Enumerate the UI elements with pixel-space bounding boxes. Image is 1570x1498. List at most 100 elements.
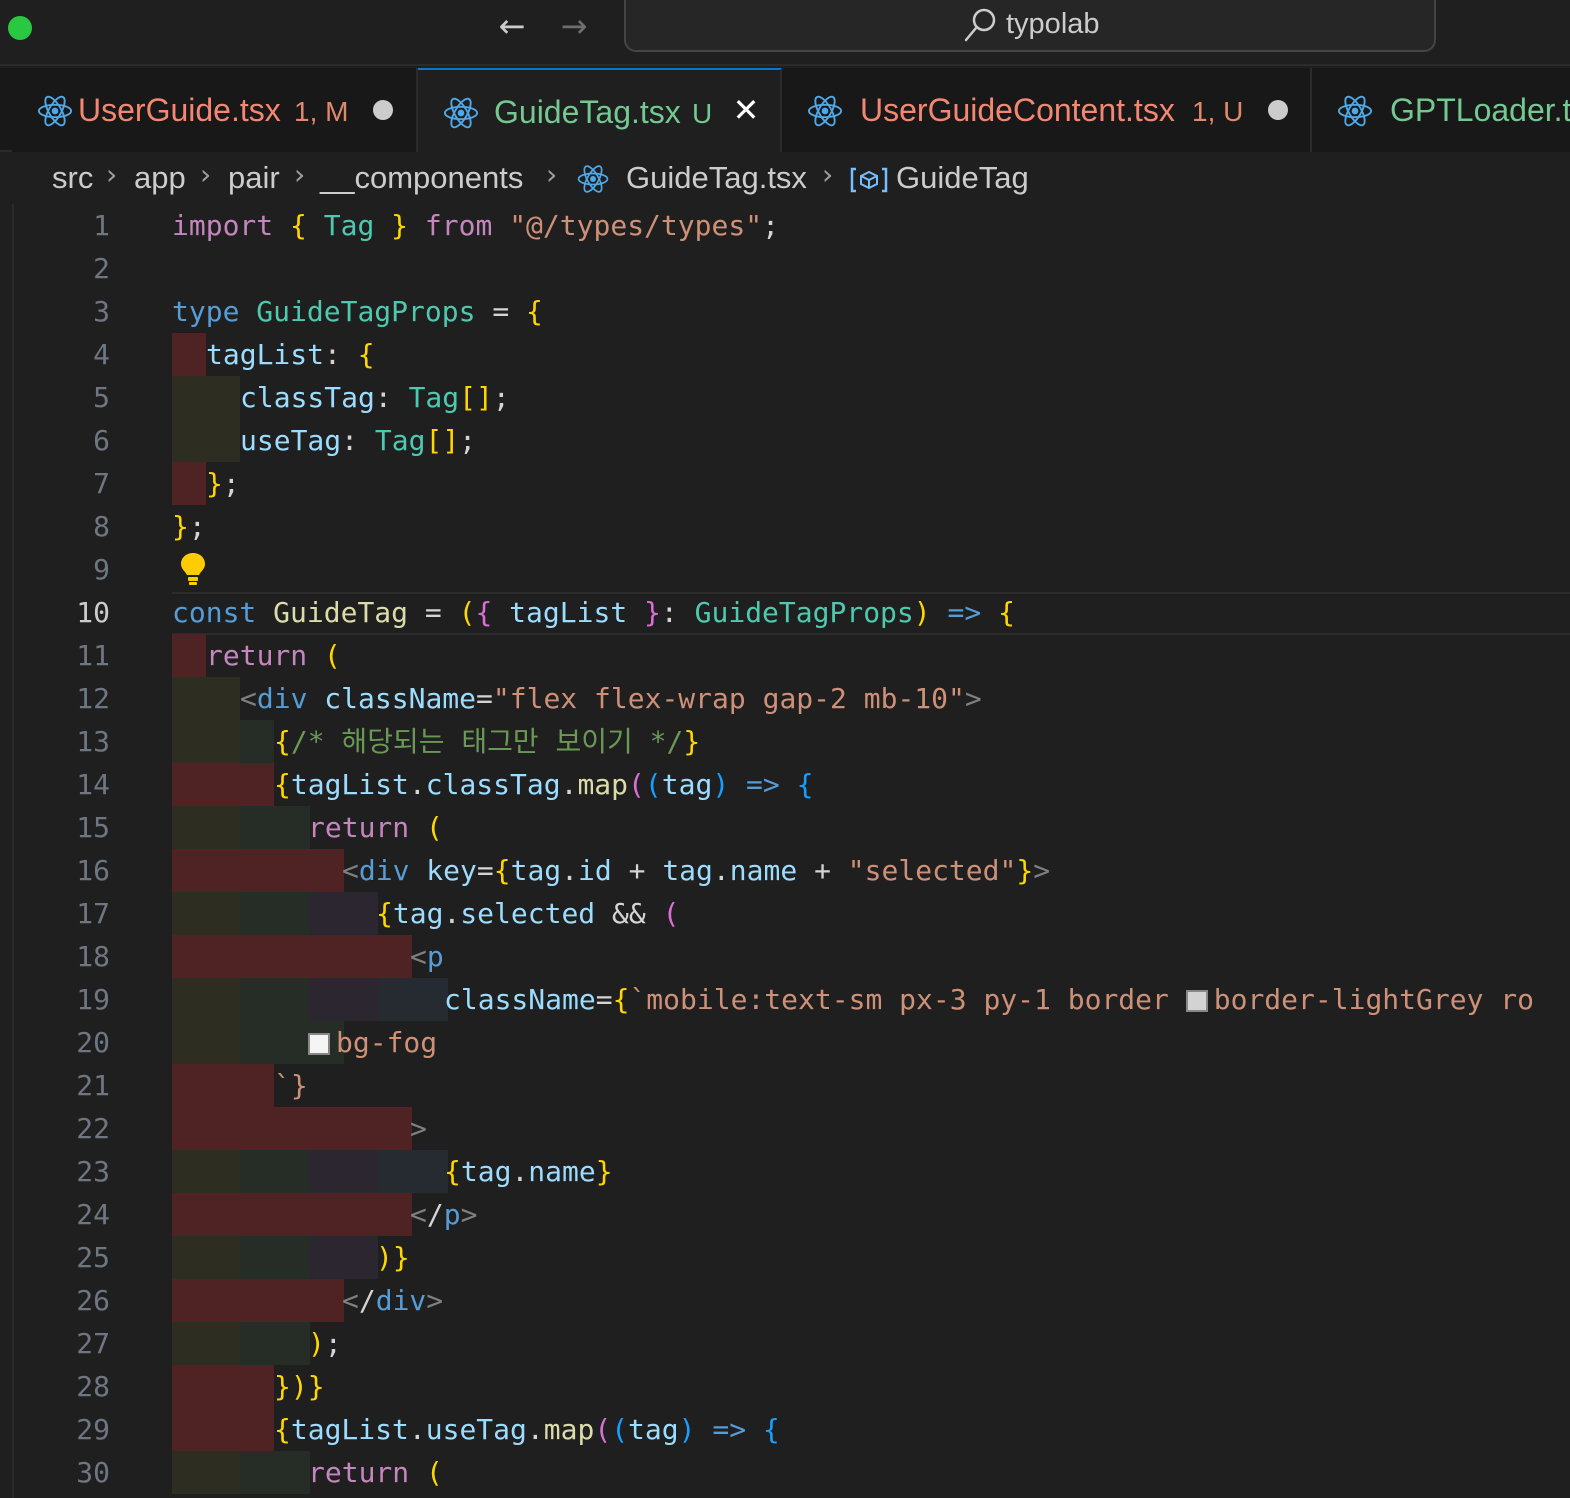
code-line: }; [172, 510, 206, 543]
code-line: > [410, 1112, 427, 1145]
code-line: })} [274, 1370, 325, 1403]
indent-guide [172, 1408, 274, 1451]
code-line: type GuideTagProps = { [172, 295, 543, 328]
indent-guide [172, 1451, 240, 1494]
tab-gptloader[interactable]: GPTLoader.t [1312, 68, 1570, 152]
line-number: 5 [93, 381, 110, 414]
react-icon [1337, 95, 1373, 127]
line-number: 22 [76, 1112, 110, 1145]
symbol-variable-icon [850, 167, 888, 193]
indent-guide [172, 1107, 412, 1150]
indent-guide [172, 806, 240, 849]
line-number: 25 [76, 1241, 110, 1274]
indent-guide [240, 1236, 310, 1279]
code-line-current: const GuideTag = ({ tagList }: GuideTagP… [172, 596, 1015, 629]
line-number: 26 [76, 1284, 110, 1317]
code-line: ); [308, 1327, 342, 1360]
line-number: 20 [76, 1026, 110, 1059]
react-icon [443, 97, 479, 129]
tab-label: GPTLoader.t [1390, 92, 1570, 128]
indent-guide [378, 978, 448, 1021]
tab-status: 1, U [1192, 96, 1244, 127]
search-text: typolab [1006, 8, 1100, 40]
breadcrumb-components[interactable]: __components [320, 160, 523, 196]
indent-guide [172, 1021, 240, 1064]
indent-guide [172, 1236, 240, 1279]
line-number: 8 [93, 510, 110, 543]
indent-guide [310, 1236, 378, 1279]
chevron-right-icon: › [106, 158, 118, 191]
line-number: 7 [93, 467, 110, 500]
editor-tab-bar: UserGuide.tsx 1, M GuideTag.tsx U ✕ User… [0, 68, 1570, 152]
react-icon [807, 95, 843, 127]
code-line: return ( [308, 811, 443, 844]
indent-guide [172, 1322, 240, 1365]
close-icon[interactable]: ✕ [728, 90, 764, 130]
line-number: 18 [76, 940, 110, 973]
code-line: <div key={tag.id + tag.name + "selected"… [342, 854, 1051, 887]
code-line: <p [410, 940, 444, 973]
indent-guide [378, 1150, 448, 1193]
title-bar: ← → typolab [0, 0, 1570, 66]
window-control-dot[interactable] [8, 16, 32, 40]
line-number: 9 [93, 553, 110, 586]
line-number: 17 [76, 897, 110, 930]
lightbulb-icon[interactable] [178, 551, 208, 587]
indent-guide [172, 720, 240, 763]
line-number: 1 [93, 209, 110, 242]
indent-guide [172, 634, 206, 677]
indent-guide [172, 763, 274, 806]
indent-guide [240, 720, 274, 763]
modified-dot[interactable] [1268, 100, 1288, 120]
line-number: 23 [76, 1155, 110, 1188]
command-center-search[interactable]: typolab [624, 0, 1436, 52]
indent-guide [172, 1193, 412, 1236]
breadcrumb-src[interactable]: src [52, 160, 93, 196]
tab-userguidecontent[interactable]: UserGuideContent.tsx 1, U [782, 68, 1312, 152]
tab-status: 1, M [294, 96, 349, 127]
code-line: className={`mobile:text-sm px-3 py-1 bor… [444, 983, 1535, 1016]
code-editor[interactable]: 1 2 3 4 5 6 7 8 9 10 11 12 13 14 15 16 1… [0, 204, 1570, 1498]
breadcrumb-pair[interactable]: pair [228, 160, 280, 196]
tab-userguide[interactable]: UserGuide.tsx 1, M [12, 68, 418, 152]
code-line: useTag: Tag[]; [240, 424, 477, 457]
indent-guide [172, 935, 412, 978]
line-number: 27 [76, 1327, 110, 1360]
breadcrumb: src › app › pair › __components › GuideT… [0, 152, 1570, 204]
gutter-divider [12, 204, 14, 1498]
chevron-right-icon: › [822, 158, 834, 191]
code-line: {tag.selected && ( [376, 897, 680, 930]
line-number: 29 [76, 1413, 110, 1446]
indent-guide [172, 978, 240, 1021]
line-number: 3 [93, 295, 110, 328]
line-number-current: 10 [76, 596, 110, 629]
code-line: import { Tag } from "@/types/types"; [172, 209, 779, 242]
modified-dot[interactable] [373, 100, 393, 120]
tab-guidetag[interactable]: GuideTag.tsx U ✕ [418, 68, 782, 152]
line-number: 21 [76, 1069, 110, 1102]
line-number: 11 [76, 639, 110, 672]
line-number: 28 [76, 1370, 110, 1403]
indent-guide [172, 1279, 344, 1322]
code-line: tagList: { [206, 338, 375, 371]
code-line: }; [206, 467, 240, 500]
line-number: 12 [76, 682, 110, 715]
arrow-left-icon[interactable]: ← [492, 6, 532, 46]
react-icon [37, 95, 73, 127]
code-line: {tag.name} [444, 1155, 613, 1188]
arrow-right-icon[interactable]: → [554, 6, 594, 46]
tab-label: UserGuide.tsx [78, 92, 281, 128]
code-line: {tagList.useTag.map((tag) => { [274, 1413, 780, 1446]
indent-guide [240, 806, 310, 849]
indent-guide [240, 978, 310, 1021]
code-line: {tagList.classTag.map((tag) => { [274, 768, 814, 801]
code-line: </div> [342, 1284, 444, 1317]
breadcrumb-file[interactable]: GuideTag.tsx [626, 160, 807, 196]
react-icon [577, 165, 609, 193]
line-number: 6 [93, 424, 110, 457]
indent-guide [172, 462, 206, 505]
breadcrumb-app[interactable]: app [134, 160, 186, 196]
line-number: 2 [93, 252, 110, 285]
indent-guide [172, 1150, 240, 1193]
breadcrumb-symbol[interactable]: GuideTag [896, 160, 1029, 196]
